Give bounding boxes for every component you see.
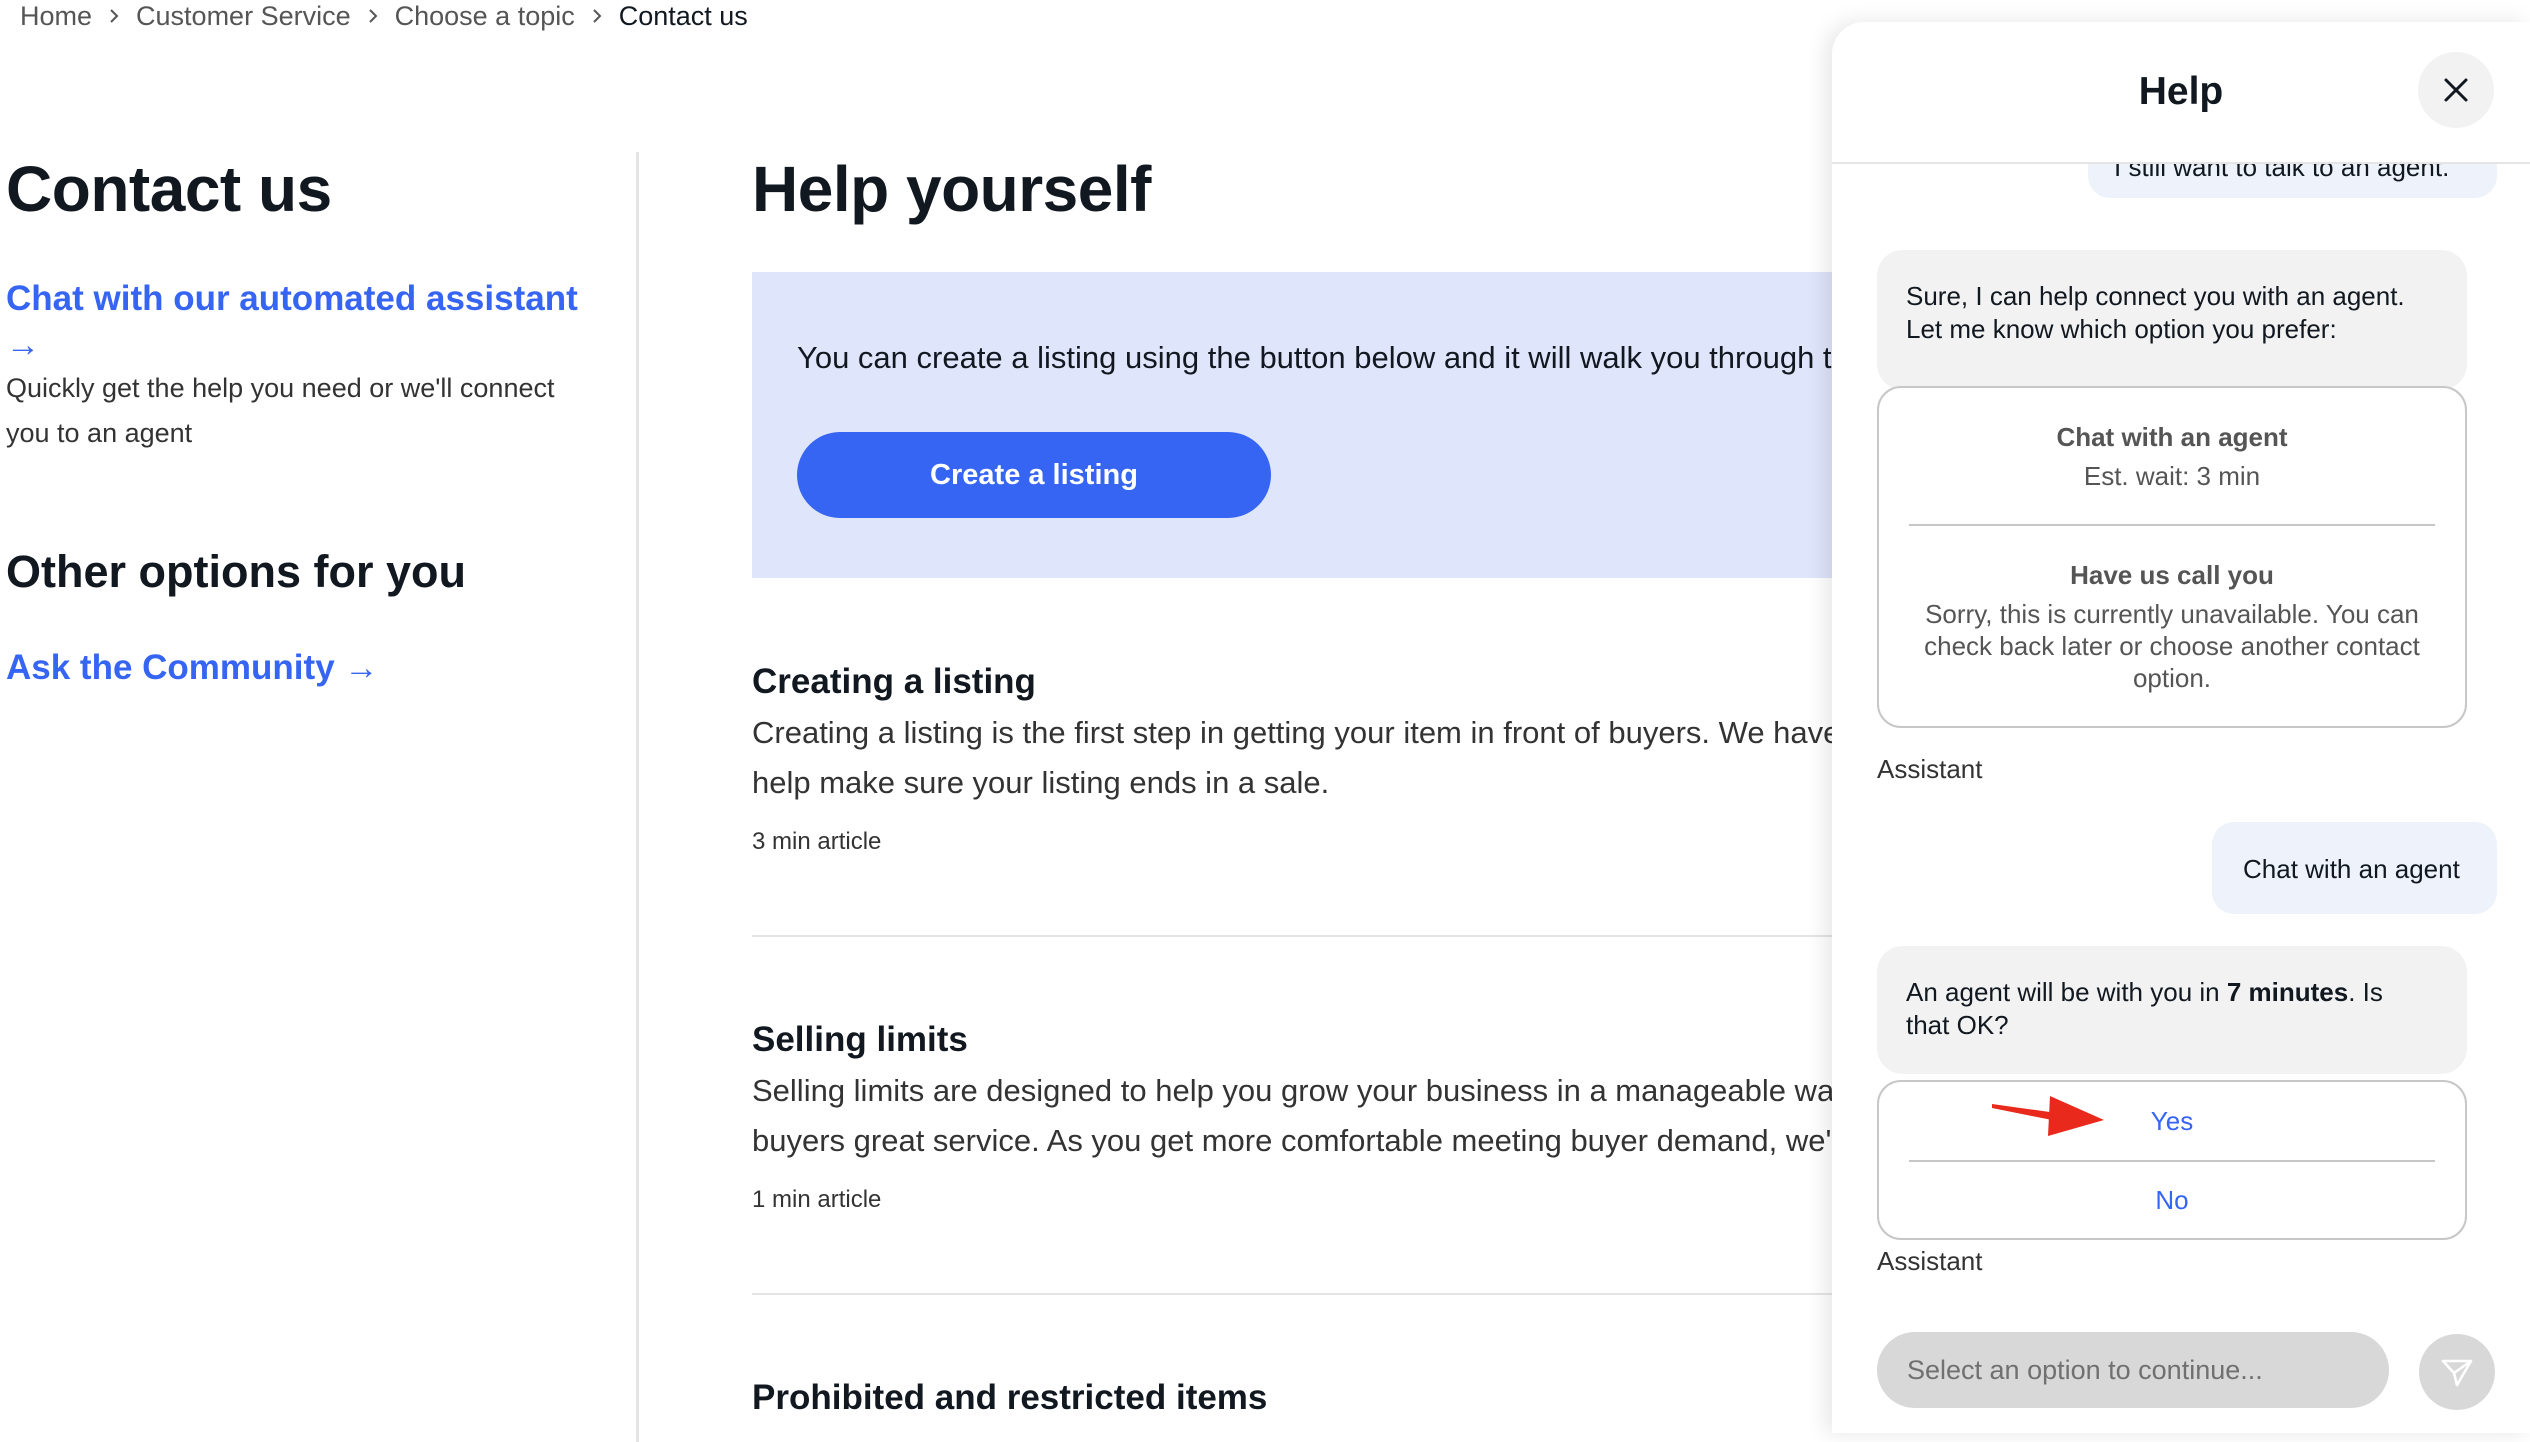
create-listing-button[interactable]: Create a listing xyxy=(797,432,1271,518)
assistant-message-line: Sure, I can help connect you with an age… xyxy=(1906,281,2405,311)
create-listing-promo: You can create a listing using the butto… xyxy=(752,272,1952,578)
article-title-prohibited-items[interactable]: Prohibited and restricted items xyxy=(752,1378,1267,1418)
assistant-description: Quickly get the help you need or we'll c… xyxy=(6,373,555,448)
option-subtitle-line: Sorry, this is currently unavailable. Yo… xyxy=(1925,599,2419,629)
chat-messages[interactable]: I still want to talk to an agent. Sure, … xyxy=(1832,164,2530,1288)
option-chat-with-agent[interactable]: Chat with an agent Est. wait: 3 min xyxy=(1879,388,2465,524)
help-yourself-heading: Help yourself xyxy=(752,153,1151,225)
option-subtitle-line: option. xyxy=(2132,663,2212,693)
option-have-us-call[interactable]: Have us call you Sorry, this is currentl… xyxy=(1879,526,2465,726)
assistant-message: An agent will be with you in 7 minutes. … xyxy=(1877,946,2467,1074)
send-button[interactable] xyxy=(2419,1334,2495,1410)
ask-community-link[interactable]: Ask the Community → xyxy=(6,648,378,688)
article-desc-line: Creating a listing is the first step in … xyxy=(752,715,1841,750)
annotation-arrow-icon xyxy=(1992,1082,2112,1147)
page-title: Contact us xyxy=(6,153,332,225)
option-title: Have us call you xyxy=(2070,560,2274,590)
article-desc-line: buyers great service. As you get more co… xyxy=(752,1123,1846,1158)
promo-text: You can create a listing using the butto… xyxy=(797,340,1867,375)
user-message-text: Chat with an agent xyxy=(2243,854,2460,884)
option-subtitle: Sorry, this is currently unavailable. Yo… xyxy=(1879,598,2465,694)
article-meta: 3 min article xyxy=(752,828,882,855)
breadcrumb: Home Customer Service Choose a topic Con… xyxy=(20,0,748,32)
wait-time: 7 minutes xyxy=(2226,977,2349,1007)
chat-input-placeholder: Select an option to continue... xyxy=(1907,1354,2263,1385)
message-sender: Assistant xyxy=(1877,1246,1983,1276)
user-message: Chat with an agent xyxy=(2212,822,2497,914)
breadcrumb-customer-service[interactable]: Customer Service xyxy=(136,1,351,32)
message-sender: Assistant xyxy=(1877,754,1983,784)
breadcrumb-contact-us: Contact us xyxy=(618,0,748,31)
send-icon xyxy=(2440,1355,2474,1389)
assistant-text: An agent will be with you in xyxy=(1906,977,2227,1007)
confirm-options-card: Yes No xyxy=(1877,1080,2467,1240)
article-title-creating-listing[interactable]: Creating a listing xyxy=(752,662,1036,702)
chevron-right-icon xyxy=(357,0,389,32)
article-meta: 1 min article xyxy=(752,1186,882,1213)
article-desc-selling-limits: Selling limits are designed to help you … xyxy=(752,1066,1952,1166)
arrow-right-icon: → xyxy=(344,649,379,687)
chat-input[interactable]: Select an option to continue... xyxy=(1877,1332,2389,1408)
assistant-message-line: An agent will be with you in 7 minutes. … xyxy=(1906,976,2438,1009)
article-desc-line: Selling limits are designed to help you … xyxy=(752,1073,1850,1108)
option-subtitle: Est. wait: 3 min xyxy=(2083,461,2261,491)
assistant-message-line: Let me know which option you prefer: xyxy=(1906,314,2337,344)
assistant-text: . Is xyxy=(2348,977,2383,1007)
ask-community-label: Ask the Community xyxy=(6,648,335,687)
assistant-message: Sure, I can help connect you with an age… xyxy=(1877,250,2467,390)
article-desc-line: help make sure your listing ends in a sa… xyxy=(752,765,1330,800)
help-panel: Help I still want to talk to an agent. S… xyxy=(1832,22,2530,1433)
option-title: Chat with an agent xyxy=(2056,422,2288,452)
chat-assistant-link-label: Chat with our automated assistant xyxy=(6,279,578,318)
article-title-selling-limits[interactable]: Selling limits xyxy=(752,1020,968,1060)
article-divider xyxy=(752,935,1932,937)
no-option[interactable]: No xyxy=(1879,1162,2465,1238)
assistant-message-line: that OK? xyxy=(1906,1010,2009,1040)
article-divider xyxy=(752,1293,1932,1295)
close-button[interactable] xyxy=(2418,52,2494,128)
article-desc-creating-listing: Creating a listing is the first step in … xyxy=(752,708,1952,808)
arrow-right-icon: → xyxy=(6,326,40,364)
option-subtitle-line: check back later or choose another conta… xyxy=(1924,631,2420,661)
chevron-right-icon xyxy=(98,0,130,32)
breadcrumb-home[interactable]: Home xyxy=(20,1,92,32)
chat-assistant-link[interactable]: Chat with our automated assistant → xyxy=(6,276,586,368)
user-message: I still want to talk to an agent. xyxy=(2088,164,2497,198)
other-options-heading: Other options for you xyxy=(6,546,466,597)
contact-options-card: Chat with an agent Est. wait: 3 min Have… xyxy=(1877,386,2467,728)
user-message-text: I still want to talk to an agent. xyxy=(2114,164,2450,182)
close-icon xyxy=(2442,76,2470,104)
yes-option[interactable]: Yes xyxy=(1879,1082,2465,1160)
breadcrumb-choose-topic[interactable]: Choose a topic xyxy=(395,1,575,32)
column-divider xyxy=(636,152,639,1442)
chevron-right-icon xyxy=(581,0,613,32)
